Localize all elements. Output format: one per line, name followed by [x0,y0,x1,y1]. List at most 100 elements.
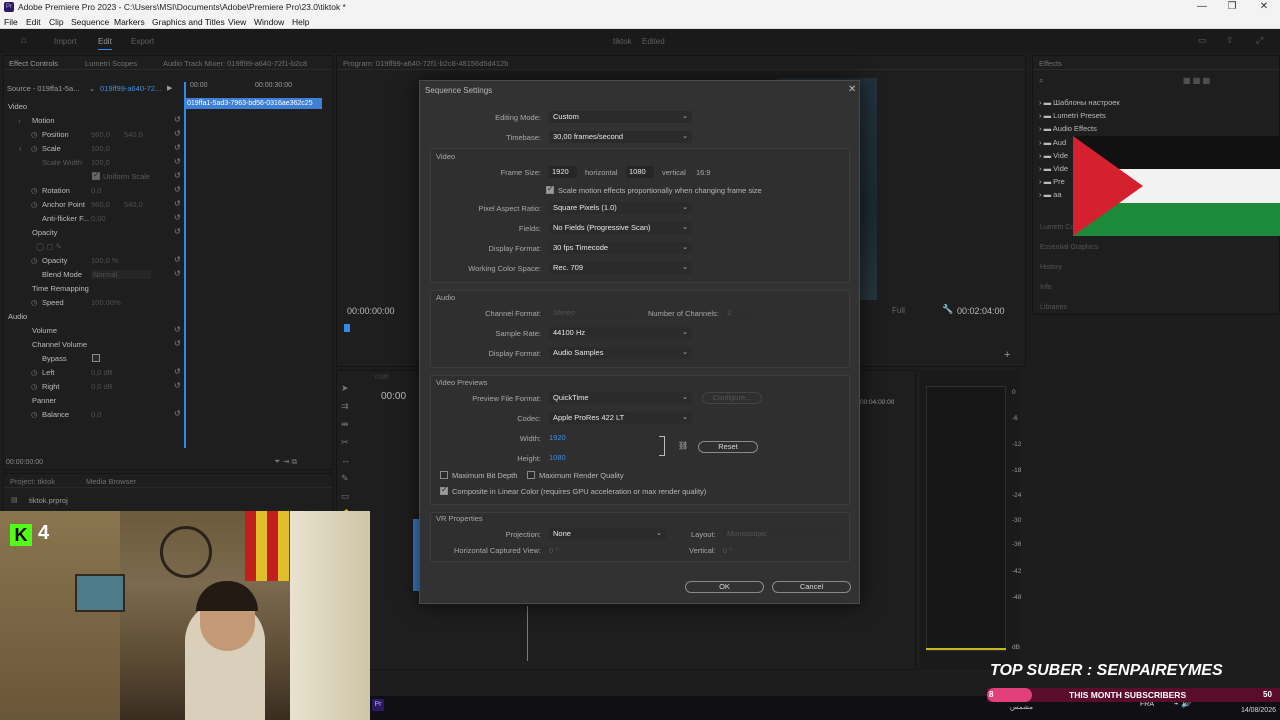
fullscreen-icon[interactable]: ⤢ [1256,35,1263,46]
pen-tool-icon[interactable]: ✎ [341,469,352,487]
wrench-icon[interactable]: 🔧 [942,304,953,315]
panel-info[interactable]: Info [1040,284,1052,291]
max-render-quality-checkbox[interactable] [527,471,535,479]
panel-history[interactable]: History [1040,264,1062,271]
opacity-group-label[interactable]: Opacity [32,228,57,237]
language-indicator[interactable]: FRA [1140,701,1154,708]
tab-media-browser[interactable]: Media Browser [86,477,136,486]
minimize-icon[interactable]: — [1190,1,1214,13]
editing-mode-dropdown[interactable]: Custom ⌄ [549,111,692,123]
rectangle-tool-icon[interactable]: ▭ [341,487,352,505]
scale-motion-checkbox[interactable] [546,184,554,194]
projection-dropdown[interactable]: None ⌄ [549,528,666,540]
restore-icon[interactable]: ❐ [1220,1,1244,13]
channel-volume-label[interactable]: Channel Volume [32,340,87,349]
reset-icon[interactable]: ↺ [174,143,181,152]
stopwatch-icon[interactable]: ◷ [31,410,38,419]
chevron-down-icon[interactable]: ⌄ [89,84,95,93]
preset-filter-icon[interactable]: ▦ ▦ ▦ [1183,76,1210,85]
panel-libraries[interactable]: Libraries [1040,304,1067,311]
composite-linear-checkbox[interactable] [440,485,448,495]
antiflicker-value[interactable]: 0,00 [91,214,106,223]
effects-item[interactable]: › ▬ Шаблоны настроек [1039,96,1120,109]
stopwatch-icon[interactable]: ◷ [31,256,38,265]
tab-audio-track-mixer[interactable]: Audio Track Mixer: 019ff99-a640-72f1-b2c… [163,59,307,68]
ok-button[interactable]: OK [685,581,764,593]
menu-view[interactable]: View [228,17,246,27]
audio-display-dropdown[interactable]: Audio Samples ⌄ [549,347,692,359]
reset-icon[interactable]: ↺ [174,339,181,348]
program-playhead[interactable] [344,324,350,332]
menu-graphics-titles[interactable]: Graphics and Titles [152,17,225,27]
timeline-playhead[interactable] [527,606,528,661]
effects-item[interactable]: › ▬ Lumetri Presets [1039,109,1120,122]
stopwatch-icon[interactable]: ◷ [31,200,38,209]
codec-dropdown[interactable]: Apple ProRes 422 LT ⌄ [549,412,692,424]
par-dropdown[interactable]: Square Pixels (1.0) ⌄ [549,202,692,214]
mask-ellipse-icon[interactable]: ◯ ▢ ✎ [36,242,62,251]
tab-effects[interactable]: Effects [1039,59,1062,68]
uniform-scale-checkbox[interactable] [92,170,100,180]
reset-icon[interactable]: ↺ [174,115,181,124]
reset-icon[interactable]: ↺ [174,157,181,166]
reset-icon[interactable]: ↺ [174,185,181,194]
right-value[interactable]: 0,0 dB [91,382,113,391]
menu-markers[interactable]: Markers [114,17,145,27]
volume-label[interactable]: Volume [32,326,57,335]
menu-window[interactable]: Window [254,17,284,27]
project-file[interactable]: tiktok.prproj [29,496,68,505]
source-label[interactable]: Source - 019ffa1-5a... [7,84,79,93]
reset-button[interactable]: Reset [698,441,758,453]
stopwatch-icon[interactable]: ◷ [31,144,38,153]
reset-icon[interactable]: ↺ [174,269,181,278]
reset-icon[interactable]: ↺ [174,227,181,236]
razor-tool-icon[interactable]: ✂ [341,433,352,451]
reset-icon[interactable]: ↺ [174,255,181,264]
panel-essential-graphics[interactable]: Essential Graphics [1040,244,1098,251]
bypass-checkbox[interactable] [92,354,100,362]
selection-tool-icon[interactable]: ➤ [341,379,352,397]
position-y[interactable]: 540,0 [124,130,143,139]
num-channels-input[interactable]: 2 [723,307,753,319]
layout-dropdown[interactable]: Monoscopic [723,528,840,540]
tab-export[interactable]: Export [131,37,154,46]
search-icon[interactable]: ⌕ [1039,76,1043,86]
channel-format-dropdown[interactable]: Stereo [549,307,639,319]
anchor-y[interactable]: 540,0 [124,200,143,209]
configure-button[interactable]: Configure... [702,392,762,404]
reset-icon[interactable]: ↺ [174,129,181,138]
premiere-taskbar-icon[interactable]: Pr [372,699,384,711]
reset-icon[interactable]: ↺ [174,171,181,180]
menu-help[interactable]: Help [292,17,309,27]
tab-program[interactable]: Program: 019ff99-a640-72f1-b2c8-48156d5d… [343,59,508,68]
left-value[interactable]: 0,0 dB [91,368,113,377]
ec-timecode[interactable]: 00:00:00:00 [6,459,43,466]
timeline-tab[interactable]: 019ff [375,375,388,381]
close-icon[interactable]: ✕ [848,84,856,95]
stopwatch-icon[interactable]: ◷ [31,130,38,139]
ripple-edit-icon[interactable]: ⇹ [341,415,352,433]
fields-dropdown[interactable]: No Fields (Progressive Scan) ⌄ [549,222,692,234]
menu-clip[interactable]: Clip [49,17,64,27]
panel-lumetri-color[interactable]: Lumetri Co [1040,224,1074,231]
workspace-icon[interactable]: ▭ [1198,35,1207,46]
clock-date[interactable]: 14/08/2026 [1226,707,1276,714]
display-format-dropdown[interactable]: 30 fps Timecode ⌄ [549,242,692,254]
blend-mode-dropdown[interactable]: Normal [91,270,151,279]
share-icon[interactable]: ⇧ [1226,35,1234,46]
menu-sequence[interactable]: Sequence [71,17,109,27]
width-value[interactable]: 1920 [549,433,566,442]
cancel-button[interactable]: Cancel [772,581,851,593]
reset-icon[interactable]: ↺ [174,409,181,418]
tab-lumetri-scopes[interactable]: Lumetri Scopes [85,59,137,68]
filter-icon[interactable]: ⏷ ⇥ ⧉ [274,457,297,467]
hcv-value[interactable]: 0 ° [549,546,558,555]
program-timecode-left[interactable]: 00:00:00:00 [347,306,395,316]
position-x[interactable]: 960,0 [91,130,110,139]
anchor-x[interactable]: 960,0 [91,200,110,209]
stopwatch-icon[interactable]: ◷ [31,368,38,377]
clip-bar[interactable]: 019ffa1-5ad3-7963-bd56-0316ae362c25 [185,98,322,109]
time-remapping-label[interactable]: Time Remapping [32,284,89,293]
color-space-dropdown[interactable]: Rec. 709 ⌄ [549,262,692,274]
frame-width-input[interactable]: 1920 [549,166,577,178]
